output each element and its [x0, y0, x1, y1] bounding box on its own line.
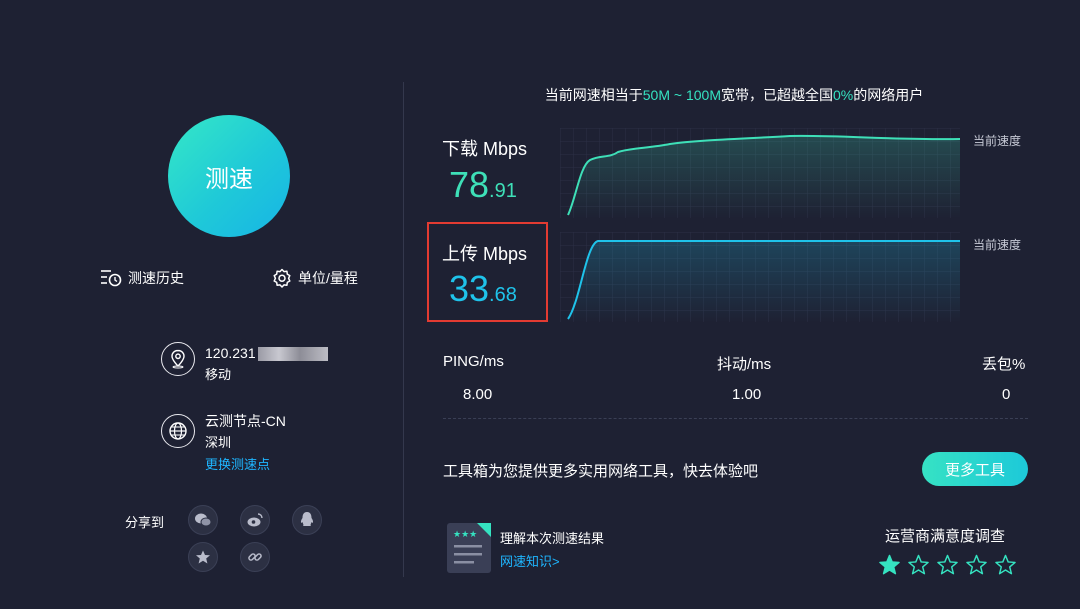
node-info: 云测节点-CN 深圳 更换测速点	[161, 410, 286, 476]
svg-text:★★★: ★★★	[453, 530, 477, 540]
satisfaction-rating	[878, 554, 1017, 576]
download-value: 78.91	[449, 164, 517, 205]
ip-address-mask	[257, 347, 328, 362]
rating-star-icon[interactable]	[965, 554, 988, 576]
wechat-icon[interactable]	[188, 505, 218, 535]
test-history-link[interactable]: 测速历史	[100, 268, 184, 288]
rating-star-icon[interactable]	[907, 554, 930, 576]
qq-icon[interactable]	[292, 505, 322, 535]
more-tools-button[interactable]: 更多工具	[922, 452, 1028, 486]
history-icon	[101, 270, 122, 287]
upload-highlight-box	[427, 222, 548, 322]
satisfaction-survey-title: 运营商满意度调查	[885, 528, 1006, 545]
start-test-button[interactable]: 测速	[168, 115, 290, 237]
globe-icon	[161, 414, 195, 448]
download-current-speed-tag: 当前速度	[973, 134, 1022, 148]
rating-star-icon[interactable]	[936, 554, 959, 576]
speed-summary: 当前网速相当于50M ~ 100M宽带，已超越全国0%的网络用户	[544, 87, 924, 103]
test-history-label: 测速历史	[128, 270, 184, 286]
carrier-name: 移动	[205, 367, 232, 382]
download-chart	[560, 128, 960, 218]
understand-results-title: 理解本次测速结果	[500, 531, 605, 546]
ip-info: 120.231 移动	[161, 342, 328, 386]
ip-address: 120.231	[205, 342, 328, 364]
weibo-icon[interactable]	[240, 505, 270, 535]
ping-value: 8.00	[463, 386, 493, 403]
download-label: 下载 Mbps	[442, 139, 528, 159]
link-icon[interactable]	[240, 542, 270, 572]
tools-promo-text: 工具箱为您提供更多实用网络工具，快去体验吧	[443, 463, 759, 480]
percentile: 0%	[832, 87, 854, 103]
packet-loss-label: 丢包%	[982, 356, 1026, 373]
column-divider	[403, 82, 404, 577]
packet-loss-value: 0	[1002, 386, 1011, 403]
gear-icon	[273, 268, 291, 288]
change-node-link[interactable]: 更换测速点	[205, 454, 286, 476]
location-pin-icon	[161, 342, 195, 376]
upload-current-speed-tag: 当前速度	[973, 238, 1022, 252]
speed-knowledge-link[interactable]: 网速知识>	[500, 551, 560, 570]
jitter-label: 抖动/ms	[717, 356, 772, 373]
rating-star-icon[interactable]	[878, 554, 901, 576]
result-document-icon[interactable]: ★★★	[447, 523, 491, 573]
upload-chart	[560, 232, 960, 322]
stats-divider	[443, 418, 1028, 419]
favorite-icon[interactable]	[188, 542, 218, 572]
speed-range: 50M ~ 100M	[642, 87, 721, 103]
node-name: 云测节点-CN	[205, 413, 286, 429]
node-city: 深圳	[205, 435, 232, 450]
share-label: 分享到	[125, 515, 165, 530]
rating-star-icon[interactable]	[994, 554, 1017, 576]
unit-range-link[interactable]: 单位/量程	[272, 268, 358, 288]
jitter-value: 1.00	[732, 386, 762, 403]
ping-label: PING/ms	[443, 353, 504, 370]
unit-range-label: 单位/量程	[298, 270, 358, 286]
